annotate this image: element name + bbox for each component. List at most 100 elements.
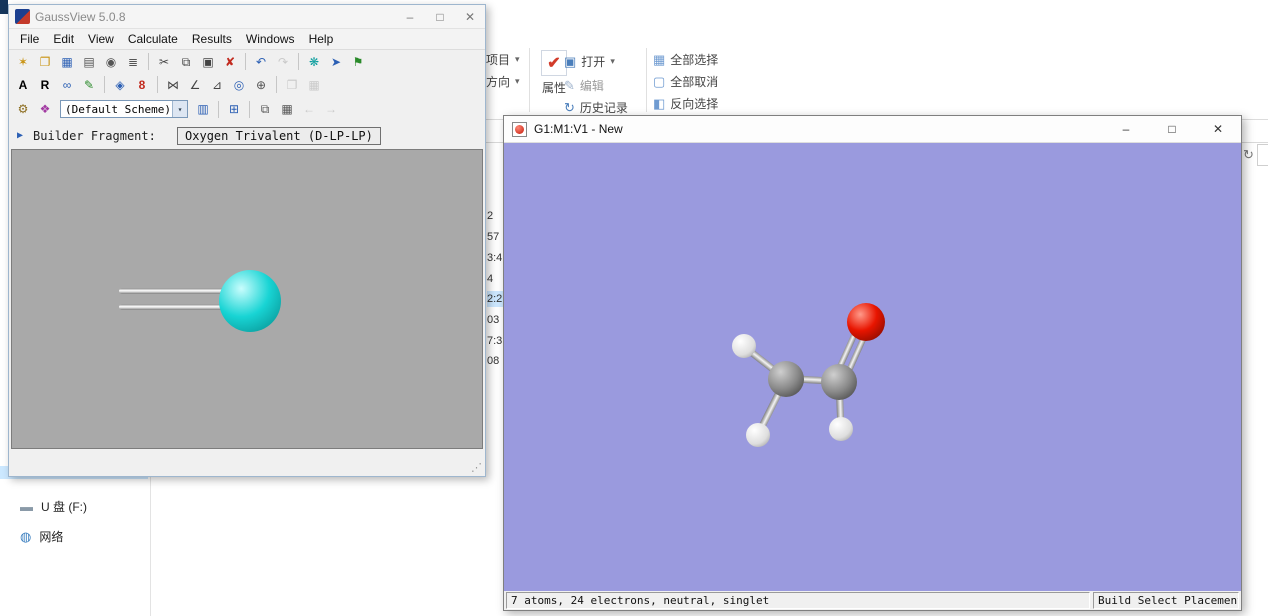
menu-edit[interactable]: Edit <box>46 30 81 48</box>
list-item-selected[interactable]: 2:2 <box>487 291 503 307</box>
extra-tool-icon-2[interactable]: ▦ <box>304 75 324 94</box>
biological-fragment-icon[interactable]: 8 <box>132 75 152 94</box>
network-globe-icon: ◍ <box>20 530 31 543</box>
menu-help[interactable]: Help <box>302 30 341 48</box>
search-box-fragment[interactable] <box>1257 144 1268 166</box>
ribbon-direction-button[interactable]: 方向 ▾ <box>486 73 520 90</box>
ribbon-edit-label: 编辑 <box>580 77 604 94</box>
capture-image-icon[interactable]: ◉ <box>101 52 121 71</box>
print-icon[interactable]: ▤ <box>79 52 99 71</box>
builder-settings-icon[interactable]: ⚙ <box>13 100 33 119</box>
maximize-button[interactable]: □ <box>425 6 455 28</box>
clean-structure-icon[interactable]: ❋ <box>304 52 324 71</box>
molecule-3d-view[interactable] <box>504 143 1241 591</box>
ribbon-invert-selection-button[interactable]: ◧ 反向选择 <box>653 95 718 112</box>
menu-file[interactable]: File <box>13 30 46 48</box>
save-file-icon[interactable]: ▦ <box>57 52 77 71</box>
display-scheme-combobox[interactable]: (Default Scheme) ▾ <box>60 100 188 118</box>
new-file-icon[interactable]: ✶ <box>13 52 33 71</box>
ribbon-open-button[interactable]: ▣ 打开 ▾ <box>564 53 615 70</box>
molecule-mode-indicator: Build Select Placement <box>1093 592 1239 609</box>
builder-fragment-button[interactable]: Oxygen Trivalent (D-LP-LP) <box>177 127 381 145</box>
rgroup-fragment-icon[interactable]: ✎ <box>79 75 99 94</box>
ring-fragment-icon[interactable]: R <box>35 75 55 94</box>
modify-angle-icon[interactable]: ∠ <box>185 75 205 94</box>
add-valence-icon[interactable]: ⊕ <box>251 75 271 94</box>
gaussview-main-window: GaussView 5.0.8 – □ ✕ File Edit View Cal… <box>8 4 486 477</box>
cut-icon[interactable]: ✂ <box>154 52 174 71</box>
display-format-icon[interactable]: ▥ <box>193 100 213 119</box>
menu-calculate[interactable]: Calculate <box>121 30 185 48</box>
gaussview-menubar: File Edit View Calculate Results Windows… <box>9 29 485 50</box>
list-item[interactable]: 4 <box>487 271 503 287</box>
expand-builder-icon[interactable]: ▶ <box>17 130 23 141</box>
fragment-list-icon[interactable]: ≣ <box>123 52 143 71</box>
ribbon-select-none-label: 全部取消 <box>670 73 718 90</box>
molecule-window-icon <box>512 122 527 137</box>
list-item[interactable]: 57 <box>487 229 503 245</box>
carbon-atom[interactable] <box>768 361 804 397</box>
maximize-button[interactable]: □ <box>1149 116 1195 142</box>
modify-dihedral-icon[interactable]: ⊿ <box>207 75 227 94</box>
menu-view[interactable]: View <box>81 30 121 48</box>
flag-tool-icon[interactable]: ⚑ <box>348 52 368 71</box>
open-file-icon[interactable]: ❐ <box>35 52 55 71</box>
delete-icon[interactable]: ✘ <box>220 52 240 71</box>
builder-fragment-label: Builder Fragment: <box>33 129 171 143</box>
custom-fragment-icon[interactable]: ◈ <box>110 75 130 94</box>
paste-icon[interactable]: ▣ <box>198 52 218 71</box>
list-item[interactable]: 2 <box>487 208 503 224</box>
menu-results[interactable]: Results <box>185 30 239 48</box>
chevron-down-icon[interactable]: ▾ <box>172 101 187 117</box>
minimize-button[interactable]: – <box>395 6 425 28</box>
ribbon-invert-selection-label: 反向选择 <box>670 95 718 112</box>
modify-bond-icon[interactable]: ⋈ <box>163 75 183 94</box>
builder-fragment-canvas[interactable] <box>11 149 483 449</box>
ribbon-select-all-button[interactable]: ▦ 全部选择 <box>653 51 718 68</box>
nav-forward-icon[interactable]: → <box>321 100 341 119</box>
ribbon-history-button[interactable]: ↻ 历史记录 <box>564 99 628 116</box>
close-button[interactable]: ✕ <box>455 6 485 28</box>
sidebar-item-network[interactable]: ◍ 网络 <box>20 528 63 545</box>
display-scheme-value: (Default Scheme) <box>65 103 171 116</box>
inquire-icon[interactable]: ◎ <box>229 75 249 94</box>
list-item[interactable]: 08 <box>487 353 503 369</box>
oxygen-atom[interactable] <box>847 303 885 341</box>
query-cursor-icon[interactable]: ➤ <box>326 52 346 71</box>
minimize-button[interactable]: – <box>1103 116 1149 142</box>
redo-icon[interactable]: ↷ <box>273 52 293 71</box>
table-view-icon[interactable]: ▦ <box>277 100 297 119</box>
hydrogen-atom[interactable] <box>746 423 770 447</box>
cascade-windows-icon[interactable]: ⧉ <box>255 100 275 119</box>
oxygen-fragment-atom[interactable] <box>219 270 281 332</box>
close-button[interactable]: ✕ <box>1195 116 1241 142</box>
molecule-statusbar: 7 atoms, 24 electrons, neutral, singlet … <box>504 591 1241 610</box>
refresh-icon[interactable]: ↻ <box>1243 147 1254 163</box>
ribbon-select-none-button[interactable]: ▢ 全部取消 <box>653 73 718 90</box>
nav-back-icon[interactable]: ← <box>299 100 319 119</box>
hydrogen-atom[interactable] <box>829 417 853 441</box>
ribbon-separator <box>646 48 647 112</box>
hydrogen-atom[interactable] <box>732 334 756 358</box>
resize-grip-icon[interactable]: ⋰ <box>471 461 482 474</box>
ribbon-item-button[interactable]: 项目 ▾ <box>486 51 520 68</box>
list-item[interactable]: 3:4 <box>487 250 503 266</box>
molecule-titlebar[interactable]: G1:M1:V1 - New – □ ✕ <box>504 116 1241 143</box>
copy-icon[interactable]: ⧉ <box>176 52 196 71</box>
gaussview-bottom-strip: ⋰ <box>9 449 485 476</box>
builder-fragment-row: ▶ Builder Fragment: Oxygen Trivalent (D-… <box>9 122 485 149</box>
ribbon-edit-button[interactable]: ✎ 编辑 <box>564 77 604 94</box>
menu-windows[interactable]: Windows <box>239 30 302 48</box>
carbon-atom[interactable] <box>821 364 857 400</box>
list-item[interactable]: 7:3 <box>487 333 503 349</box>
add-view-window-icon[interactable]: ⊞ <box>224 100 244 119</box>
scheme-palette-icon[interactable]: ❖ <box>35 100 55 119</box>
group-fragment-icon[interactable]: ∞ <box>57 75 77 94</box>
extra-tool-icon-1[interactable]: ❐ <box>282 75 302 94</box>
gaussview-titlebar[interactable]: GaussView 5.0.8 – □ ✕ <box>9 5 485 29</box>
sidebar-item-usb-drive[interactable]: ▬ U 盘 (F:) <box>20 498 87 515</box>
undo-icon[interactable]: ↶ <box>251 52 271 71</box>
list-item[interactable]: 03 <box>487 312 503 328</box>
element-fragment-icon[interactable]: A <box>13 75 33 94</box>
usb-drive-icon: ▬ <box>20 500 33 513</box>
